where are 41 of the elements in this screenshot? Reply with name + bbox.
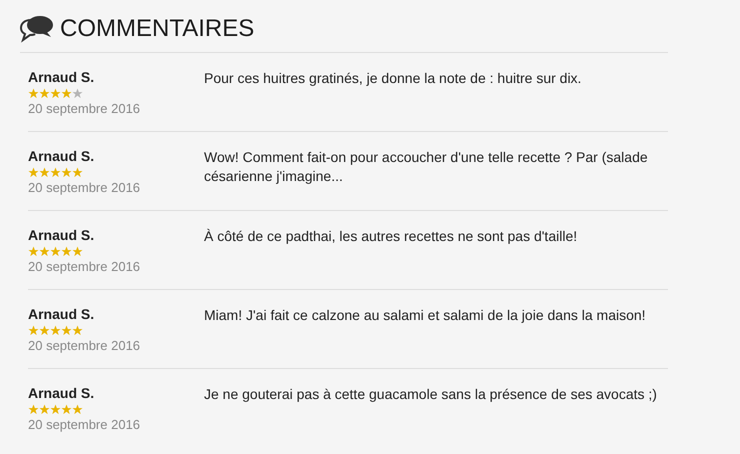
filled-star-icon bbox=[72, 325, 83, 336]
filled-star-icon bbox=[39, 246, 50, 257]
filled-star-icon bbox=[61, 167, 72, 178]
filled-star-icon bbox=[50, 404, 61, 415]
filled-star-icon bbox=[61, 325, 72, 336]
filled-star-icon bbox=[28, 404, 39, 415]
filled-star-icon bbox=[61, 88, 72, 99]
filled-star-icon bbox=[39, 167, 50, 178]
comment-text: Pour ces huitres gratinés, je donne la note de : huitre sur dix. bbox=[204, 69, 582, 88]
comment-text: À côté de ce padthai, les autres recettes ne sont pas d'taille! bbox=[204, 227, 578, 246]
filled-star-icon bbox=[61, 404, 72, 415]
filled-star-icon bbox=[28, 167, 39, 178]
comment-date: 20 septembre 2016 bbox=[28, 258, 142, 275]
filled-star-icon bbox=[72, 167, 83, 178]
comment-text: Miam! J'ai fait ce calzone au salami et salami de la joie dans la maison! bbox=[204, 306, 647, 325]
filled-star-icon bbox=[72, 246, 83, 257]
filled-star-icon bbox=[39, 325, 50, 336]
author-name: Arnaud S. bbox=[28, 306, 96, 323]
filled-star-icon bbox=[50, 88, 61, 99]
section-title: COMMENTAIRES bbox=[60, 15, 254, 43]
filled-star-icon bbox=[28, 88, 39, 99]
filled-star-icon bbox=[61, 246, 72, 257]
author-name: Arnaud S. bbox=[28, 69, 96, 86]
comment-date: 20 septembre 2016 bbox=[28, 416, 142, 433]
author-name: Arnaud S. bbox=[28, 227, 96, 244]
comment-text: Wow! Comment fait-on pour accoucher d'une telle recette ? Par (salade césarienne j'imagine... bbox=[204, 148, 649, 186]
filled-star-icon bbox=[50, 167, 61, 178]
filled-star-icon bbox=[28, 246, 39, 257]
comment-text: Je ne gouterai pas à cette guacamole sans la présence de ses avocats ;) bbox=[204, 385, 658, 404]
comment-date: 20 septembre 2016 bbox=[28, 179, 142, 196]
comment-date: 20 septembre 2016 bbox=[28, 100, 142, 117]
speech-bubbles-icon bbox=[20, 14, 54, 44]
comment-date: 20 septembre 2016 bbox=[28, 337, 142, 354]
filled-star-icon bbox=[72, 404, 83, 415]
author-name: Arnaud S. bbox=[28, 385, 96, 402]
author-name: Arnaud S. bbox=[28, 148, 96, 165]
filled-star-icon bbox=[50, 246, 61, 257]
filled-star-icon bbox=[28, 325, 39, 336]
filled-star-icon bbox=[50, 325, 61, 336]
filled-star-icon bbox=[39, 88, 50, 99]
filled-star-icon bbox=[39, 404, 50, 415]
